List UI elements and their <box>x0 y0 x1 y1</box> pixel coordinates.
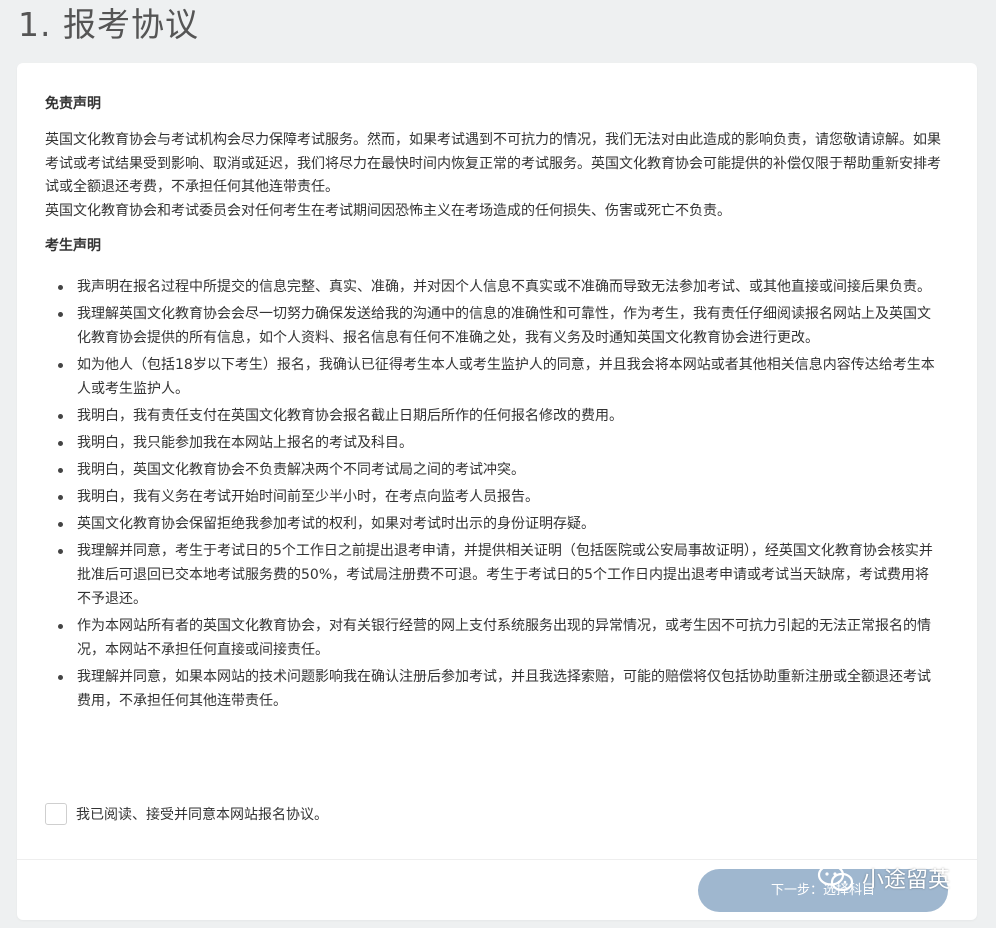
bullet-icon <box>58 624 63 629</box>
bullet-icon <box>58 363 63 368</box>
declaration-item-text: 我明白，我有义务在考试开始时间前至少半小时，在考点向监考人员报告。 <box>77 489 539 505</box>
declaration-item-text: 如为他人（包括18岁以下考生）报名，我确认已征得考生本人或考生监护人的同意，并且… <box>77 357 935 397</box>
bullet-icon <box>58 522 63 527</box>
agree-terms-label[interactable]: 我已阅读、接受并同意本网站报名协议。 <box>76 804 328 824</box>
agreement-card: 免责声明 英国文化教育协会与考试机构会尽力保障考试服务。然而，如果考试遇到不可抗… <box>17 63 977 920</box>
declaration-item: 我理解并同意，如果本网站的技术问题影响我在确认注册后参加考试，并且我选择索赔，可… <box>45 665 943 713</box>
declaration-item: 我明白，我只能参加我在本网站上报名的考试及科目。 <box>45 431 943 455</box>
declaration-item-text: 我明白，英国文化教育协会不负责解决两个不同考试局之间的考试冲突。 <box>77 462 525 478</box>
declaration-item: 我声明在报名过程中所提交的信息完整、真实、准确，并对因个人信息不真实或不准确而导… <box>45 275 943 299</box>
next-step-button[interactable]: 下一步：选择科目 <box>698 869 948 912</box>
agree-terms-row[interactable]: 我已阅读、接受并同意本网站报名协议。 <box>45 801 328 827</box>
declaration-item: 我明白，英国文化教育协会不负责解决两个不同考试局之间的考试冲突。 <box>45 458 943 482</box>
bullet-icon <box>58 414 63 419</box>
agreement-content: 免责声明 英国文化教育协会与考试机构会尽力保障考试服务。然而，如果考试遇到不可抗… <box>45 93 943 716</box>
disclaimer-heading: 免责声明 <box>45 96 101 112</box>
terrorism-disclaimer-paragraph: 英国文化教育协会和考试委员会对任何考生在考试期间因恐怖主义在考场造成的任何损失、… <box>45 202 731 219</box>
declaration-item: 作为本网站所有者的英国文化教育协会，对有关银行经营的网上支付系统服务出现的异常情… <box>45 614 943 662</box>
declaration-item-text: 我声明在报名过程中所提交的信息完整、真实、准确，并对因个人信息不真实或不准确而导… <box>77 279 931 295</box>
bullet-icon <box>58 675 63 680</box>
declaration-item-text: 我理解并同意，如果本网站的技术问题影响我在确认注册后参加考试，并且我选择索赔，可… <box>77 669 931 709</box>
declaration-item: 我理解英国文化教育协会会尽一切努力确保发送给我的沟通中的信息的准确性和可靠性，作… <box>45 302 943 350</box>
bullet-icon <box>58 312 63 317</box>
declaration-item: 我明白，我有责任支付在英国文化教育协会报名截止日期后所作的任何报名修改的费用。 <box>45 404 943 428</box>
bullet-icon <box>58 549 63 554</box>
declaration-heading: 考生声明 <box>45 238 101 254</box>
bullet-icon <box>58 495 63 500</box>
bullet-icon <box>58 285 63 290</box>
declaration-item-text: 我理解英国文化教育协会会尽一切努力确保发送给我的沟通中的信息的准确性和可靠性，作… <box>77 306 931 346</box>
page-title: 1. 报考协议 <box>18 5 199 44</box>
declaration-item-text: 英国文化教育协会保留拒绝我参加考试的权利，如果对考试时出示的身份证明存疑。 <box>77 516 595 532</box>
disclaimer-paragraph: 英国文化教育协会与考试机构会尽力保障考试服务。然而，如果考试遇到不可抗力的情况，… <box>45 132 941 195</box>
declaration-item: 如为他人（包括18岁以下考生）报名，我确认已征得考生本人或考生监护人的同意，并且… <box>45 353 943 401</box>
declaration-item-text: 作为本网站所有者的英国文化教育协会，对有关银行经营的网上支付系统服务出现的异常情… <box>77 618 931 658</box>
declaration-item: 英国文化教育协会保留拒绝我参加考试的权利，如果对考试时出示的身份证明存疑。 <box>45 512 943 536</box>
bullet-icon <box>58 468 63 473</box>
declaration-item: 我明白，我有义务在考试开始时间前至少半小时，在考点向监考人员报告。 <box>45 485 943 509</box>
declaration-list: 我声明在报名过程中所提交的信息完整、真实、准确，并对因个人信息不真实或不准确而导… <box>45 275 943 713</box>
declaration-item-text: 我明白，我只能参加我在本网站上报名的考试及科目。 <box>77 435 413 451</box>
declaration-item: 我理解并同意，考生于考试日的5个工作日之前提出退考申请，并提供相关证明（包括医院… <box>45 539 943 611</box>
agree-terms-checkbox[interactable] <box>45 803 67 825</box>
declaration-item-text: 我理解并同意，考生于考试日的5个工作日之前提出退考申请，并提供相关证明（包括医院… <box>77 543 933 607</box>
declaration-item-text: 我明白，我有责任支付在英国文化教育协会报名截止日期后所作的任何报名修改的费用。 <box>77 408 623 424</box>
bullet-icon <box>58 441 63 446</box>
footer-divider <box>17 859 977 860</box>
